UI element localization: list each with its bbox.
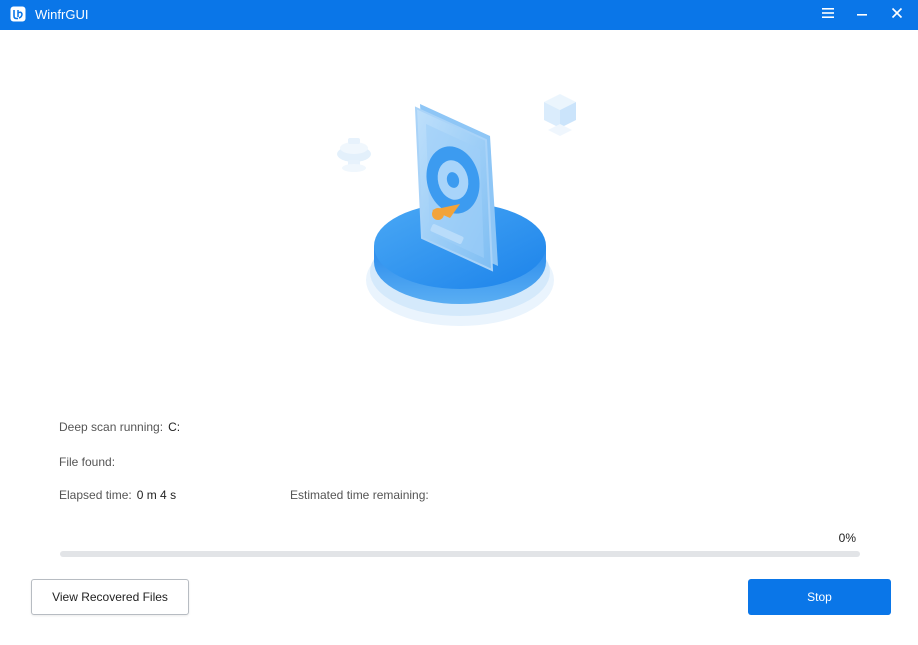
scan-illustration [320, 80, 600, 340]
remaining-time-row: Estimated time remaining: [290, 487, 434, 503]
elapsed-time-separator: : [128, 488, 132, 502]
elapsed-time-label: Elapsed time [59, 488, 129, 502]
progress-bar [60, 551, 860, 557]
elapsed-time-row: Elapsed time: 0 m 4 s [59, 487, 176, 503]
files-found-separator: : [111, 455, 116, 469]
files-found-label: File found [59, 455, 112, 469]
close-button[interactable] [886, 4, 908, 26]
title-bar: WinfrGUI [0, 0, 918, 30]
progress-percent: 0% [838, 531, 856, 545]
menu-button[interactable] [817, 4, 839, 26]
scan-status-separator: : [159, 420, 164, 434]
window-title: WinfrGUI [35, 7, 89, 22]
remaining-time-separator: : [425, 488, 429, 502]
view-recovered-files-button[interactable]: View Recovered Files [31, 579, 189, 615]
scan-status-label: Deep scan running [59, 420, 160, 434]
scan-drive-value: C: [168, 420, 181, 434]
remaining-time-label: Estimated time remaining [290, 488, 426, 502]
minimize-icon [856, 6, 868, 24]
stop-button[interactable]: Stop [748, 579, 891, 615]
menu-icon [821, 6, 835, 24]
close-icon [891, 6, 903, 24]
files-found-row: File found: [59, 454, 115, 470]
scan-status-row: Deep scan running: C: [59, 419, 180, 435]
elapsed-time-value: 0 m 4 s [136, 488, 177, 502]
minimize-button[interactable] [851, 4, 873, 26]
app-logo-icon [10, 6, 26, 22]
